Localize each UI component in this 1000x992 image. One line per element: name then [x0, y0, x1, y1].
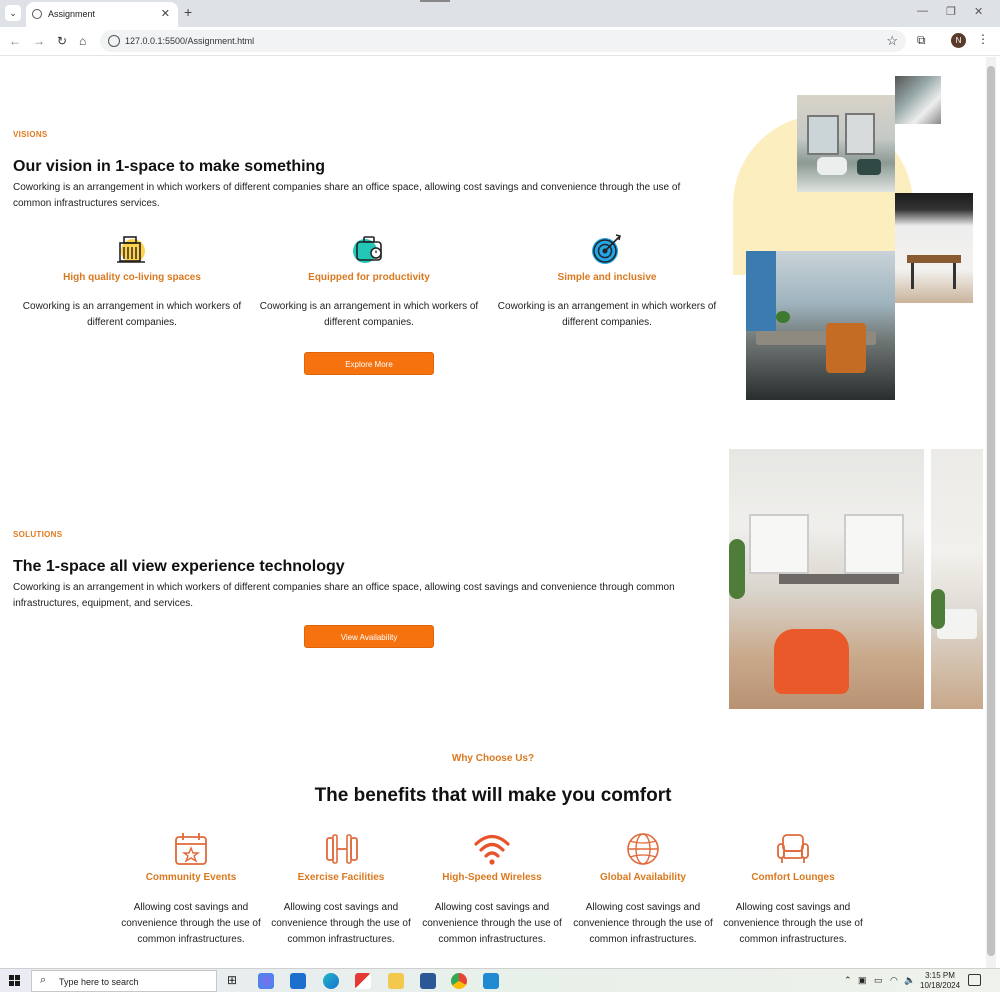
- benefit-title-wireless: High-Speed Wireless: [442, 872, 542, 883]
- battery-icon[interactable]: ▭: [874, 975, 883, 986]
- office-photo-small: [895, 76, 941, 124]
- vscode-app-icon[interactable]: [483, 973, 499, 989]
- feature-title-coliving: High quality co-living spaces: [63, 272, 201, 283]
- solutions-heading: The 1-space all view experience technolo…: [13, 558, 345, 575]
- new-tab-button[interactable]: +: [184, 4, 192, 20]
- feature-desc-inclusive: Coworking is an arrangement in which wor…: [497, 301, 717, 328]
- browser-tab[interactable]: Assignment ✕: [26, 2, 178, 27]
- view-availability-button[interactable]: View Availability: [304, 625, 434, 648]
- benefits-eyebrow: Why Choose Us?: [451, 753, 535, 764]
- copilot-app-icon[interactable]: [258, 973, 274, 989]
- site-info-icon[interactable]: [108, 35, 120, 47]
- calendar-icon: [175, 833, 207, 865]
- briefcase-icon: [353, 236, 382, 263]
- volume-icon[interactable]: 🔈: [904, 975, 915, 986]
- benefit-title-exercise: Exercise Facilities: [297, 872, 385, 883]
- address-bar[interactable]: 127.0.0.1:5500/Assignment.html ☆: [100, 30, 906, 52]
- office-photo-kitchen: [895, 193, 973, 303]
- browser-tabbar: ⌄ Assignment ✕ + — ❐ ✕: [0, 0, 1000, 27]
- benefit-desc-global: Allowing cost savings and convenience th…: [573, 902, 713, 945]
- url-text: 127.0.0.1:5500/Assignment.html: [125, 36, 255, 46]
- close-icon[interactable]: ✕: [161, 7, 170, 20]
- benefit-desc-lounges: Allowing cost savings and convenience th…: [723, 902, 863, 945]
- taskbar-search-input[interactable]: ⌕ Type here to search: [31, 970, 217, 992]
- visions-paragraph: Coworking is an arrangement in which wor…: [13, 182, 681, 209]
- benefit-desc-wireless: Allowing cost savings and convenience th…: [422, 902, 562, 945]
- visions-heading: Our vision in 1-space to make something: [13, 158, 326, 175]
- target-icon: [592, 234, 621, 264]
- meet-now-icon[interactable]: ▣: [858, 975, 867, 986]
- network-icon[interactable]: ◠: [890, 975, 898, 986]
- windows-taskbar: ⌕ Type here to search ⊞ ⌃ ▣ ▭ ◠ 🔈 3:15 P…: [0, 968, 1000, 992]
- feature-title-inclusive: Simple and inclusive: [557, 272, 657, 283]
- snipping-tool-icon[interactable]: [355, 973, 371, 989]
- office-photo-lounge-side: [931, 449, 983, 709]
- globe-icon: [32, 9, 42, 19]
- office-photo-lounge: [797, 95, 895, 192]
- forward-button[interactable]: →: [33, 34, 45, 48]
- scrollbar-thumb[interactable]: [987, 66, 995, 956]
- notification-center-icon[interactable]: [968, 974, 981, 986]
- clock-date: 10/18/2024: [920, 981, 961, 990]
- minimize-button[interactable]: —: [917, 5, 928, 17]
- profile-avatar[interactable]: N: [951, 33, 966, 48]
- benefit-title-events: Community Events: [145, 872, 237, 883]
- taskbar-clock[interactable]: 3:15 PM 10/18/2024: [920, 971, 960, 991]
- building-icon: [117, 236, 145, 263]
- edge-browser-icon[interactable]: [323, 973, 339, 989]
- word-app-icon[interactable]: [420, 973, 436, 989]
- tab-title: Assignment: [48, 9, 96, 19]
- chrome-browser-icon[interactable]: [451, 973, 467, 989]
- solutions-eyebrow: SOLUTIONS: [13, 530, 63, 539]
- office-photo-meeting-room: [746, 251, 895, 400]
- feature-desc-productivity: Coworking is an arrangement in which wor…: [259, 301, 479, 328]
- window-drag-handle[interactable]: [420, 0, 450, 2]
- wifi-icon: [474, 834, 510, 865]
- browser-menu-icon[interactable]: ⋮: [977, 32, 989, 46]
- windows-start-icon[interactable]: [9, 975, 21, 987]
- armchair-icon: [777, 834, 809, 863]
- globe-icon: [627, 833, 659, 865]
- taskbar-search-placeholder: Type here to search: [59, 977, 139, 987]
- file-explorer-icon[interactable]: [388, 973, 404, 989]
- task-view-icon[interactable]: ⊞: [227, 973, 237, 987]
- reload-button[interactable]: ↻: [57, 34, 67, 48]
- chevron-up-icon[interactable]: ⌃: [844, 975, 852, 986]
- explore-more-button[interactable]: Explore More: [304, 352, 434, 375]
- solutions-paragraph: Coworking is an arrangement in which wor…: [13, 582, 675, 609]
- feature-title-productivity: Equipped for productivity: [308, 272, 430, 283]
- bookmark-star-icon[interactable]: ☆: [886, 33, 898, 49]
- benefit-desc-events: Allowing cost savings and convenience th…: [121, 902, 261, 945]
- tab-search-button[interactable]: ⌄: [5, 5, 21, 21]
- benefit-title-global: Global Availability: [600, 872, 686, 883]
- dumbbell-icon: [326, 834, 358, 864]
- back-button[interactable]: ←: [9, 34, 21, 48]
- address-toolbar: ← → ↻ ⌂ 127.0.0.1:5500/Assignment.html ☆: [0, 27, 1000, 56]
- clock-time: 3:15 PM: [925, 971, 955, 980]
- restore-button[interactable]: ❐: [946, 5, 956, 18]
- visions-eyebrow: VISIONS: [13, 130, 48, 139]
- search-icon: ⌕: [40, 974, 47, 986]
- window-close-button[interactable]: ✕: [974, 5, 983, 18]
- office-photo-cafe: [729, 449, 924, 709]
- mail-app-icon[interactable]: [290, 973, 306, 989]
- extensions-icon[interactable]: ⧉: [917, 33, 926, 48]
- benefits-heading: The benefits that will make you comfort: [314, 785, 672, 806]
- benefit-title-lounges: Comfort Lounges: [751, 872, 835, 883]
- benefit-desc-exercise: Allowing cost savings and convenience th…: [271, 902, 411, 945]
- home-button[interactable]: ⌂: [79, 34, 86, 48]
- feature-desc-coliving: Coworking is an arrangement in which wor…: [22, 301, 242, 328]
